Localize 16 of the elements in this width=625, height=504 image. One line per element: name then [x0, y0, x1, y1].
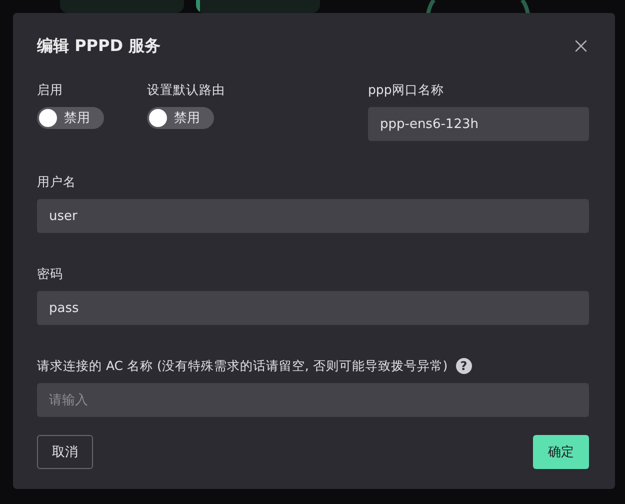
switch-label: 启用: [37, 81, 64, 99]
dialog-title: 编辑 PPPD 服务: [37, 36, 161, 56]
field-label: 密码: [37, 265, 64, 283]
field-label: 请求连接的 AC 名称 (没有特殊需求的话请留空, 否则可能导致拨号异常): [37, 357, 448, 375]
field-label: ppp网口名称: [368, 81, 445, 99]
help-icon[interactable]: ?: [456, 358, 472, 374]
password-input[interactable]: pass: [37, 291, 589, 325]
interface-name-input[interactable]: ppp-ens6-123h: [368, 107, 589, 141]
toggle-switch[interactable]: 禁用: [37, 107, 104, 129]
cancel-button[interactable]: 取消: [37, 435, 93, 469]
toggle-switch[interactable]: 禁用: [147, 107, 214, 129]
username-input[interactable]: user: [37, 199, 589, 233]
switch-label: 设置默认路由: [147, 81, 226, 99]
field-label: 用户名: [37, 173, 77, 191]
ac-name-input[interactable]: 请输入: [37, 383, 589, 417]
ok-button[interactable]: 确定: [533, 435, 589, 469]
